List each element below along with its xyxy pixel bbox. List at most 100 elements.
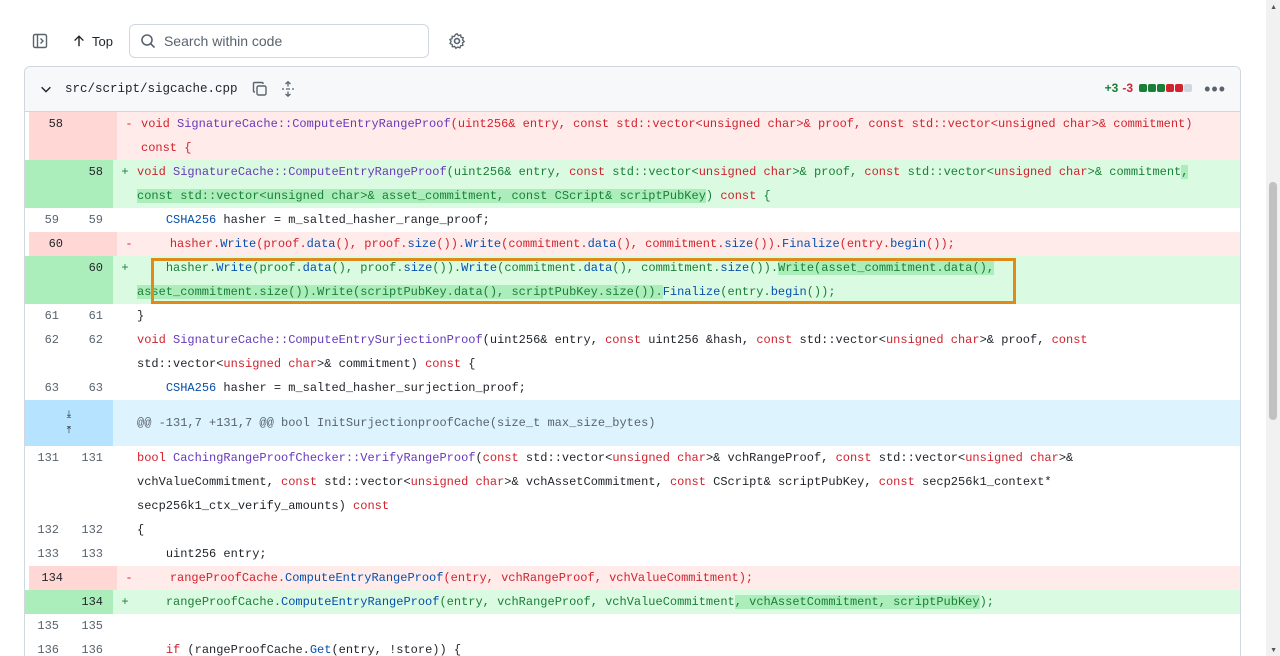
top-button[interactable]: Top [66,25,119,57]
diff-line-added: 60 + hasher.Write(proof.data(), proof.siz… [25,256,1240,304]
page-scrollbar[interactable]: ▲ ▼ [1266,0,1280,656]
scroll-down-arrow-icon[interactable]: ▼ [1270,647,1277,654]
code-token: (entry, vchRangeProof, vchValueCommitmen… [443,571,754,585]
new-line-number[interactable]: 135 [69,614,113,638]
diff-sign [113,518,137,542]
code-token: const [353,499,390,513]
code-token: (rangeProofCache. [180,643,310,656]
code-token: ()). [436,237,466,251]
old-line-number[interactable]: 60 [29,232,73,256]
old-line-number[interactable]: 131 [25,446,69,518]
changed-text-highlight: , vchAssetCommitment, scriptPubKey [734,595,980,609]
old-line-number[interactable]: 63 [25,376,69,400]
collapse-file-button[interactable] [39,82,53,96]
code-token: (uint256& entry, [446,165,570,179]
diff-line-deleted: 134 - rangeProofCache.ComputeEntryRangePr… [29,566,1240,590]
diff-lines: 58- void SignatureCache::ComputeEntryRang… [25,112,1240,656]
deletions-count: -3 [1122,81,1133,95]
copy-path-button[interactable] [252,81,268,97]
diff-line-context: 62 62 void SignatureCache::ComputeEntrySur… [25,328,1240,376]
old-line-number[interactable]: 59 [25,208,69,232]
code-token: (), proof. [335,237,408,251]
code-token: const [720,189,757,203]
new-line-number[interactable]: 60 [69,256,113,304]
new-line-number[interactable]: 62 [69,328,113,376]
old-line-number[interactable]: 133 [25,542,69,566]
code-token: hasher. [137,261,217,275]
new-line-number[interactable]: 133 [69,542,113,566]
search-input[interactable] [163,33,404,49]
diff-sign [113,614,137,638]
code-token: ()); [806,285,836,299]
file-path[interactable]: src/script/sigcache.cpp [65,82,238,96]
code-token: rangeProofCache. [141,571,286,585]
code-token: const [281,475,318,489]
new-line-number[interactable]: 63 [69,376,113,400]
code-token: const [878,475,915,489]
search-icon [141,34,156,49]
code-token: (entry. [839,237,891,251]
copy-icon [252,81,267,96]
old-line-number[interactable]: 61 [25,304,69,328]
toggle-file-tree-button[interactable] [24,25,56,57]
old-line-number[interactable] [25,256,69,304]
new-line-number[interactable] [73,232,117,256]
new-line-number[interactable]: 61 [69,304,113,328]
code-token: std::vector< [605,165,699,179]
expand-all-button[interactable] [280,81,296,97]
code-token: (commitment. [497,261,584,275]
scrollbar-thumb[interactable] [1269,182,1277,420]
code-line: rangeProofCache.ComputeEntryRangeProof(e… [137,590,1240,614]
old-line-number[interactable]: 135 [25,614,69,638]
file-menu-button[interactable]: ••• [1204,79,1226,100]
diff-line-context: 63 63 CSHA256 hasher = m_salted_hasher_su… [25,376,1240,400]
code-token: void [137,333,174,347]
code-line: if (rangeProofCache.Get(entry, !store)) … [137,638,1240,656]
top-button-label: Top [92,33,113,49]
old-line-number[interactable]: 136 [25,638,69,656]
new-line-number[interactable]: 131 [69,446,113,518]
code-token: ( [475,451,483,465]
code-token: std::vector< [137,357,224,371]
code-token: >& proof, [792,165,865,179]
old-line-number[interactable] [25,160,69,208]
diff-line-context: 132 132 { [25,518,1240,542]
old-line-number[interactable]: 58 [29,112,73,160]
diff-line-added: 58 + void SignatureCache::ComputeEntryRang… [25,160,1240,208]
new-line-number[interactable]: 58 [69,160,113,208]
diff-sign: + [113,256,137,304]
expand-down-icon[interactable]: ⤓ [67,409,71,421]
code-token: ComputeEntryRangeProof [285,571,444,585]
scroll-up-arrow-icon[interactable]: ▲ [1270,4,1277,11]
code-token: ComputeEntryRangeProof [281,595,440,609]
diffstat-block [1148,84,1156,92]
old-line-number[interactable] [25,590,69,614]
search-within-code[interactable] [128,24,429,58]
code-token: } [137,309,145,323]
code-token: SignatureCache::ComputeEntrySurjectionPr… [173,333,483,347]
diff-sign: + [113,160,137,208]
code-token: CSHA256 [165,381,217,395]
new-line-number[interactable] [73,112,117,160]
old-line-number[interactable]: 62 [25,328,69,376]
diff-sign [113,304,137,328]
expand-up-icon[interactable]: ⤒ [67,425,71,437]
diff-settings-button[interactable] [441,25,473,57]
new-line-number[interactable] [73,566,117,590]
expand-hunk-button[interactable]: ⤓ ⤒ [25,400,113,446]
diff-sign [113,376,137,400]
new-line-number[interactable]: 59 [69,208,113,232]
new-line-number[interactable]: 134 [69,590,113,614]
old-line-number[interactable]: 132 [25,518,69,542]
code-token: void [137,165,174,179]
code-token: const [605,333,642,347]
new-line-number[interactable]: 136 [69,638,113,656]
code-token: data [587,237,617,251]
code-token: unsigned char [885,333,980,347]
code-token: const [141,141,178,155]
new-line-number[interactable]: 132 [69,518,113,542]
old-line-number[interactable]: 134 [29,566,73,590]
